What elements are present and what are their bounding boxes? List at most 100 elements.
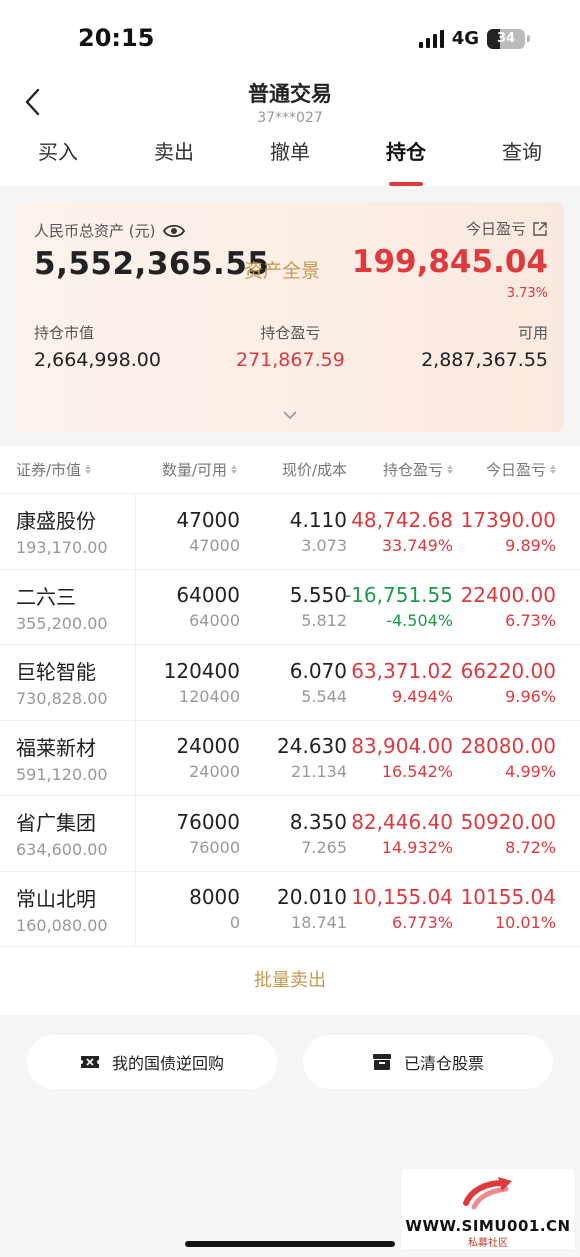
price-cell: 4.110 3.073 <box>243 494 347 569</box>
header-security[interactable]: 证券/市值 <box>0 459 136 480</box>
quantity: 24000 <box>176 734 240 759</box>
box-icon <box>372 1054 391 1070</box>
battery-level: 34 <box>496 31 516 46</box>
price-cell: 6.070 5.544 <box>243 645 347 720</box>
cost-price: 21.134 <box>291 762 347 782</box>
watermark-sub: 私募社区 <box>468 1238 508 1249</box>
position-pl: 10,155.04 <box>351 885 453 910</box>
position-pl: 83,904.00 <box>351 734 453 759</box>
price-cell: 24.630 21.134 <box>243 721 347 796</box>
security-name: 常山北明 <box>16 886 96 911</box>
table-row[interactable]: 巨轮智能 730,828.00 120400 120400 6.070 5.544 63,3… <box>0 645 580 721</box>
header-position-pl[interactable]: 持仓盈亏 <box>347 459 453 480</box>
watermark: WWW.SIMU001.CN 私募社区 <box>402 1169 574 1249</box>
quantity-cell: 76000 76000 <box>136 796 243 871</box>
available-quantity: 24000 <box>189 762 240 782</box>
price-cell: 5.550 5.812 <box>243 570 347 645</box>
sort-icon <box>231 465 237 474</box>
eye-icon[interactable] <box>163 223 186 239</box>
tab-buy[interactable]: 买入 <box>0 130 116 186</box>
today-pl-percent: 6.73% <box>505 611 556 631</box>
today-pl-percent: 8.72% <box>505 837 556 857</box>
tab-cancel[interactable]: 撤单 <box>232 130 348 186</box>
status-time: 20:15 <box>78 24 155 52</box>
today-pl: 28080.00 <box>460 734 556 759</box>
cost-price: 18.741 <box>291 913 347 933</box>
tab-positions[interactable]: 持仓 <box>348 130 464 186</box>
current-price: 24.630 <box>277 734 347 759</box>
asset-overview-link[interactable]: 资产全景 <box>244 256 320 283</box>
market-value-label: 持仓市值 <box>34 324 95 342</box>
top-area: 20:15 4G 34 普通交易 37***027 买入 卖出 撤单 持仓 查询 <box>0 0 580 186</box>
repo-button[interactable]: 我的国债逆回购 <box>27 1035 277 1089</box>
cost-price: 5.544 <box>301 686 347 706</box>
available-label: 可用 <box>517 324 548 342</box>
today-pl-percent: 9.96% <box>505 686 556 706</box>
position-pl-cell: 82,446.40 14.932% <box>347 796 453 871</box>
today-pl-label-row[interactable]: 今日盈亏 <box>466 218 548 239</box>
table-row[interactable]: 二六三 355,200.00 64000 64000 5.550 5.812 -16,751… <box>0 569 580 645</box>
bottom-actions: 我的国债逆回购 已清仓股票 <box>0 1015 580 1109</box>
available-quantity: 0 <box>229 913 240 933</box>
position-pl-label: 持仓盈亏 <box>260 324 321 342</box>
position-pl-percent: -4.504% <box>386 611 453 631</box>
current-price: 6.070 <box>289 658 347 683</box>
market-value: 355,200.00 <box>16 613 108 633</box>
chevron-down-icon[interactable] <box>282 410 298 420</box>
repo-label: 我的国债逆回购 <box>111 1054 224 1073</box>
table-row[interactable]: 康盛股份 193,170.00 47000 47000 4.110 3.073 48,742… <box>0 494 580 570</box>
available-stat: 可用 2,887,367.55 <box>421 322 548 371</box>
quantity: 47000 <box>176 507 240 532</box>
today-pl-percent: 4.99% <box>505 762 556 782</box>
position-pl: -16,751.55 <box>343 583 453 608</box>
price-cell: 20.010 18.741 <box>243 872 347 947</box>
available-quantity: 76000 <box>189 837 240 857</box>
cost-price: 3.073 <box>301 535 347 555</box>
header-security-label: 证券/市值 <box>16 461 82 479</box>
quantity-cell: 64000 64000 <box>136 570 243 645</box>
market-value: 160,080.00 <box>16 915 108 935</box>
tab-sell[interactable]: 卖出 <box>116 130 232 186</box>
summary-wrap: 人民币总资产 (元) 5,552,365.55 资产全景 今日盈亏 199,84… <box>0 186 580 446</box>
today-pl-cell: 28080.00 4.99% <box>453 721 556 796</box>
position-pl-cell: 63,371.02 9.494% <box>347 645 453 720</box>
quantity-cell: 120400 120400 <box>136 645 243 720</box>
available-value: 2,887,367.55 <box>421 349 548 371</box>
batch-sell-button[interactable]: 批量卖出 <box>0 947 580 1015</box>
today-pl-cell: 66220.00 9.96% <box>453 645 556 720</box>
header-price-label: 现价/成本 <box>281 461 347 479</box>
tab-query[interactable]: 查询 <box>464 130 580 186</box>
security-name: 巨轮智能 <box>16 660 96 685</box>
home-indicator[interactable] <box>185 1241 395 1247</box>
total-assets-label-row: 人民币总资产 (元) <box>34 220 186 241</box>
today-pl-cell: 50920.00 8.72% <box>453 796 556 871</box>
security-cell: 巨轮智能 730,828.00 <box>0 645 136 720</box>
cleared-stocks-button[interactable]: 已清仓股票 <box>303 1035 553 1089</box>
security-cell: 康盛股份 193,170.00 <box>0 494 136 569</box>
header-today-pl[interactable]: 今日盈亏 <box>453 459 556 480</box>
table-row[interactable]: 省广集团 634,600.00 76000 76000 8.350 7.265 82,446… <box>0 796 580 872</box>
status-bar: 20:15 4G 34 <box>0 0 580 78</box>
today-pl-cell: 22400.00 6.73% <box>453 570 556 645</box>
position-pl-percent: 6.773% <box>391 913 453 933</box>
back-button[interactable] <box>18 84 54 120</box>
watermark-logo-icon <box>463 1177 512 1210</box>
account-number: 37***027 <box>257 110 323 126</box>
external-link-icon <box>533 221 547 236</box>
market-value: 591,120.00 <box>16 764 108 784</box>
position-pl: 48,742.68 <box>351 507 453 532</box>
status-icons: 4G 34 <box>418 28 530 49</box>
table-row[interactable]: 福莱新材 591,120.00 24000 24000 24.630 21.134 83,9… <box>0 720 580 796</box>
total-assets-value: 5,552,365.55 <box>34 246 270 282</box>
quantity: 8000 <box>189 885 240 910</box>
trade-tabs: 买入 卖出 撤单 持仓 查询 <box>0 130 580 186</box>
today-pl-value: 199,845.04 <box>351 244 548 280</box>
table-row[interactable]: 常山北明 160,080.00 8000 0 20.010 18.741 10,155.04… <box>0 871 580 947</box>
today-pl-cell: 10155.04 10.01% <box>453 872 556 947</box>
table-header: 证券/市值 数量/可用 现价/成本 持仓盈亏 今日盈亏 <box>0 446 580 494</box>
header-quantity[interactable]: 数量/可用 <box>136 459 243 480</box>
page-title: 普通交易 <box>248 82 332 106</box>
security-name: 康盛股份 <box>16 509 96 534</box>
header-price[interactable]: 现价/成本 <box>243 459 347 480</box>
position-pl: 82,446.40 <box>351 809 453 834</box>
